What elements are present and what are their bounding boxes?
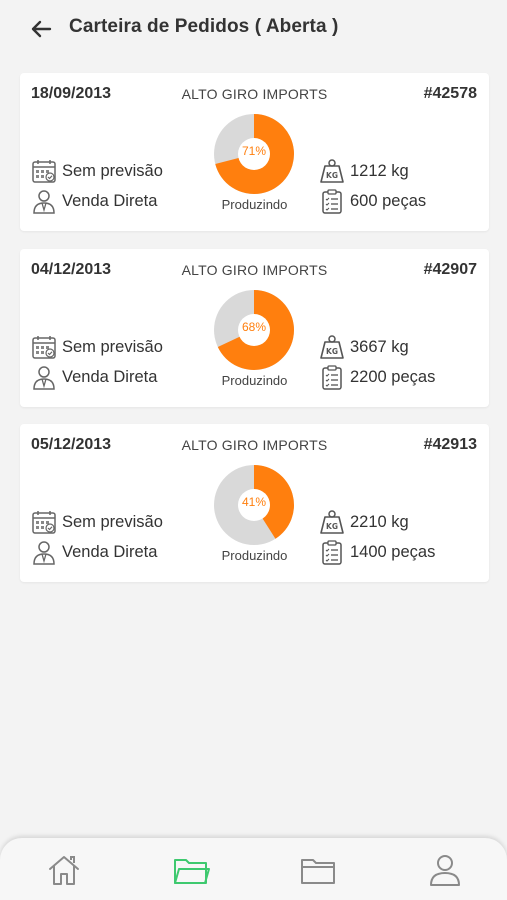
sale-type-text: Venda Direta <box>62 542 158 561</box>
order-number: #42578 <box>423 85 477 102</box>
person-icon <box>30 363 58 391</box>
sale-type-text: Venda Direta <box>62 191 158 210</box>
forecast-text: Sem previsão <box>62 337 163 356</box>
arrow-left-icon <box>31 20 52 38</box>
calendar-icon <box>30 508 58 536</box>
order-date: 04/12/2013 <box>31 261 112 278</box>
clipboard-list-icon <box>318 538 346 566</box>
forecast-text: Sem previsão <box>62 161 163 180</box>
order-number: #42907 <box>423 261 477 278</box>
person-icon <box>30 538 58 566</box>
user-icon <box>430 855 460 886</box>
weight-row: KG 2210 kg <box>318 508 409 536</box>
nav-home[interactable] <box>44 850 84 890</box>
weight-text: 1212 kg <box>350 161 409 180</box>
svg-text:KG: KG <box>326 522 338 531</box>
weight-row: KG 1212 kg <box>318 157 409 185</box>
weight-text: 2210 kg <box>350 512 409 531</box>
svg-text:KG: KG <box>326 171 338 180</box>
nav-profile[interactable] <box>425 850 465 890</box>
forecast-row: Sem previsão <box>30 333 163 361</box>
pieces-text: 2200 peças <box>350 367 436 386</box>
calendar-icon <box>30 157 58 185</box>
back-button[interactable] <box>26 14 56 44</box>
order-number: #42913 <box>423 436 477 453</box>
order-date: 18/09/2013 <box>31 85 112 102</box>
folder-open-icon <box>174 859 210 884</box>
pieces-text: 1400 peças <box>350 542 436 561</box>
sale-type-text: Venda Direta <box>62 367 158 386</box>
order-card[interactable]: 18/09/2013 ALTO GIRO IMPORTS #42578 71% … <box>20 73 489 231</box>
pieces-text: 600 peças <box>350 191 427 210</box>
clipboard-list-icon <box>318 187 346 215</box>
svg-text:KG: KG <box>326 347 338 356</box>
app-header: Carteira de Pedidos ( Aberta ) <box>0 0 507 58</box>
sale-type-row: Venda Direta <box>30 363 157 391</box>
folder-icon <box>301 859 335 884</box>
sale-type-row: Venda Direta <box>30 187 157 215</box>
sale-type-row: Venda Direta <box>30 538 157 566</box>
weight-kg-icon: KG <box>318 508 346 536</box>
order-card[interactable]: 05/12/2013 ALTO GIRO IMPORTS #42913 41% … <box>20 424 489 582</box>
person-icon <box>30 187 58 215</box>
page-title: Carteira de Pedidos ( Aberta ) <box>69 16 339 37</box>
nav-folders[interactable] <box>298 850 338 890</box>
clipboard-list-icon <box>318 363 346 391</box>
forecast-text: Sem previsão <box>62 512 163 531</box>
pieces-row: 600 peças <box>318 187 426 215</box>
nav-open-orders[interactable] <box>171 850 211 890</box>
weight-kg-icon: KG <box>318 333 346 361</box>
bottom-nav <box>0 838 507 900</box>
weight-kg-icon: KG <box>318 157 346 185</box>
calendar-icon <box>30 333 58 361</box>
order-date: 05/12/2013 <box>31 436 112 453</box>
order-card[interactable]: 04/12/2013 ALTO GIRO IMPORTS #42907 68% … <box>20 249 489 407</box>
home-icon <box>49 856 79 885</box>
pieces-row: 2200 peças <box>318 363 435 391</box>
weight-text: 3667 kg <box>350 337 409 356</box>
pieces-row: 1400 peças <box>318 538 435 566</box>
forecast-row: Sem previsão <box>30 157 163 185</box>
progress-label: 41% <box>241 495 267 509</box>
forecast-row: Sem previsão <box>30 508 163 536</box>
progress-label: 68% <box>241 320 267 334</box>
progress-label: 71% <box>241 144 267 158</box>
weight-row: KG 3667 kg <box>318 333 409 361</box>
